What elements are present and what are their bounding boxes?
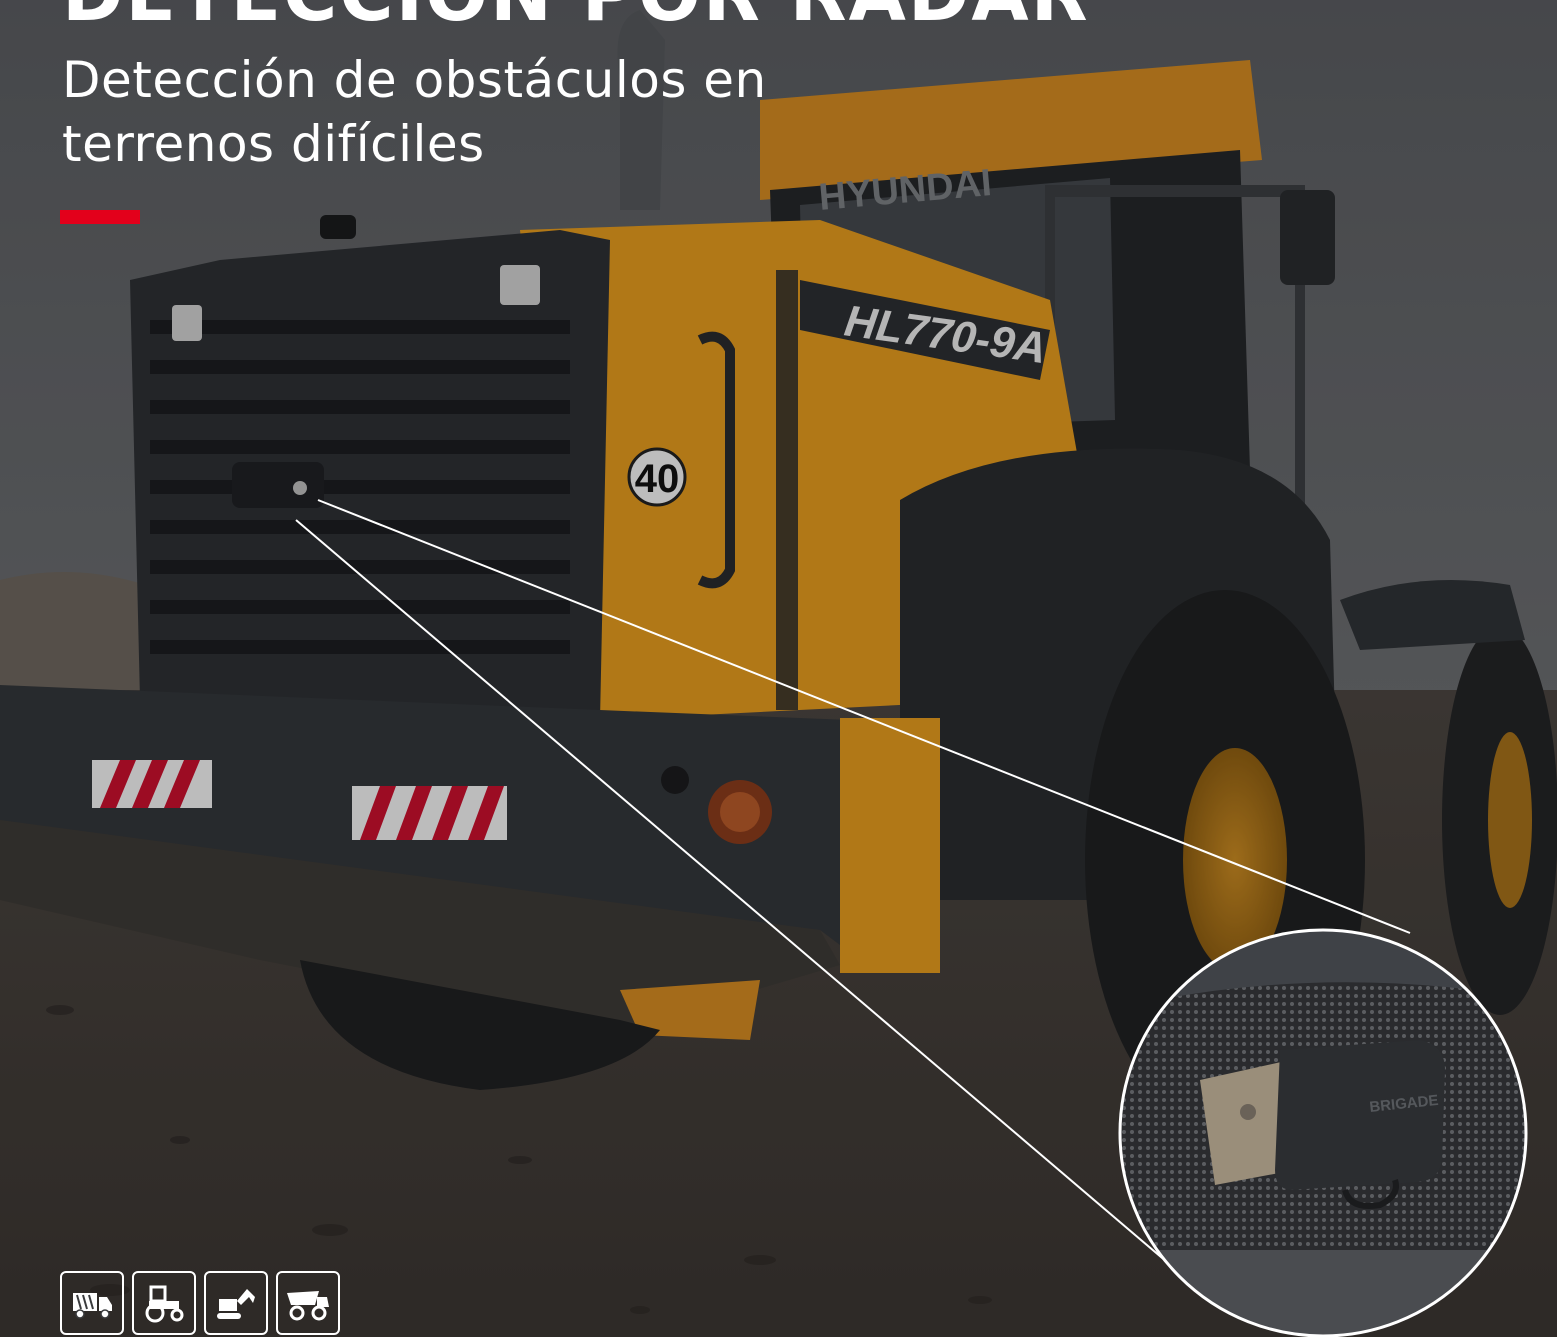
hero-title: DETECCIÓN POR RADAR [62,0,1090,38]
tractor-icon [132,1271,196,1335]
garbage-truck-icon [60,1271,124,1335]
dump-truck-icon [276,1271,340,1335]
vehicle-type-icons [60,1271,340,1335]
accent-bar [60,210,140,224]
hero-subtitle-line-1: Detección de obstáculos en [62,51,767,109]
hero-subtitle-line-2: terrenos difíciles [62,115,485,173]
hero-subtitle: Detección de obstáculos en terrenos difí… [62,48,782,176]
loader-photo: HYUNDAI HL770-9A 40 BRIGADE [0,0,1557,1337]
excavator-icon [204,1271,268,1335]
